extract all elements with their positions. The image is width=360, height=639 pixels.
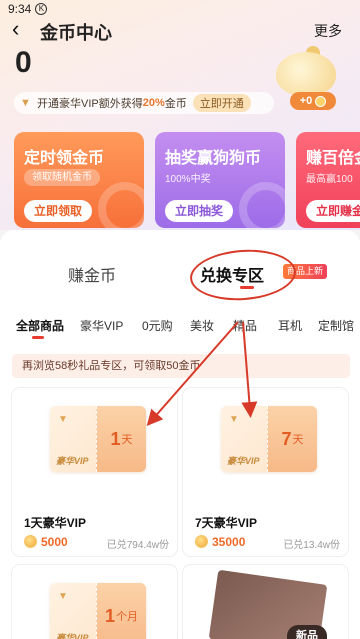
voucher-brand: 豪华VIP bbox=[56, 633, 89, 639]
feature-card-subtitle: 最高赢100 bbox=[306, 174, 353, 185]
decorative-ring-icon bbox=[98, 182, 144, 228]
voucher-unit: 天 bbox=[292, 434, 304, 446]
voucher-duration: 1 个月 bbox=[96, 583, 146, 639]
voucher-value: 7 bbox=[281, 428, 292, 449]
category-tab-all[interactable]: 全部商品 bbox=[16, 317, 64, 334]
category-tab-vip[interactable]: 豪华VIP bbox=[80, 317, 123, 334]
tab-earn-coins[interactable]: 赚金币 bbox=[68, 262, 116, 286]
browse-reward-notice: 再浏览58秒礼品专区，可领取50金币 bbox=[12, 354, 350, 378]
product-card[interactable]: ▼ 豪华VIP 1 天 1天豪华VIP 5000 已兑794.4w份 bbox=[12, 388, 177, 556]
vip-promo-banner: ▼ 开通豪华VIP额外获得 20% 金币 立即开通 bbox=[14, 92, 274, 114]
sold-count: 已兑13.4w份 bbox=[283, 540, 340, 551]
coin-icon bbox=[195, 535, 208, 548]
back-chevron-left-icon[interactable]: ‹ bbox=[12, 18, 19, 40]
status-indicator-icon: K bbox=[35, 3, 48, 15]
feature-card-timed-coins[interactable]: 定时领金币 领取随机金币 立即领取 bbox=[14, 132, 144, 228]
product-card[interactable]: 新品 bbox=[183, 565, 348, 639]
product-price: 5000 bbox=[41, 535, 68, 549]
piggy-reward-badge[interactable]: +0 bbox=[290, 92, 336, 110]
category-tab-custom[interactable]: 定制馆 bbox=[318, 317, 354, 334]
voucher-duration: 1 天 bbox=[96, 406, 146, 472]
voucher-brand: 豪华VIP bbox=[227, 456, 260, 466]
active-category-indicator bbox=[32, 336, 44, 339]
voucher-unit: 天 bbox=[121, 434, 133, 446]
open-vip-button[interactable]: 立即开通 bbox=[192, 94, 251, 112]
sold-count: 已兑794.4w份 bbox=[106, 540, 169, 551]
vip-promo-suffix: 金币 bbox=[164, 98, 187, 110]
product-price: 35000 bbox=[212, 535, 246, 549]
product-card[interactable]: ▼ 豪华VIP 1 个月 bbox=[12, 565, 177, 639]
piggy-reward-label: +0 bbox=[299, 95, 313, 107]
price-row: 35000 已兑13.4w份 bbox=[195, 534, 340, 551]
category-tab-earphones[interactable]: 耳机 bbox=[278, 317, 302, 334]
voucher-value: 1 bbox=[110, 428, 121, 449]
category-tab-free[interactable]: 0元购 bbox=[142, 317, 173, 334]
status-bar: 9:34 K bbox=[8, 2, 48, 16]
vip-crown-icon: ▼ bbox=[58, 414, 68, 425]
new-product-tag: 新品 bbox=[287, 625, 327, 639]
draw-now-button[interactable]: 立即抽奖 bbox=[165, 200, 234, 222]
feature-card-subtitle: 领取随机金币 bbox=[24, 169, 100, 186]
feature-card-title: 抽奖赢狗狗币 bbox=[165, 150, 262, 167]
coin-icon bbox=[24, 535, 37, 548]
voucher-duration: 7 天 bbox=[267, 406, 317, 472]
coin-icon bbox=[315, 95, 327, 107]
vip-promo-highlight: 20% bbox=[142, 97, 165, 109]
product-name: 7天豪华VIP bbox=[195, 516, 258, 530]
feature-cards: 定时领金币 领取随机金币 立即领取 抽奖赢狗狗币 100%中奖 立即抽奖 赚百倍… bbox=[14, 132, 360, 228]
feature-card-title: 赚百倍金 bbox=[306, 150, 360, 167]
vip-crown-icon: ▼ bbox=[229, 414, 239, 425]
price-row: 5000 已兑794.4w份 bbox=[24, 534, 169, 551]
voucher-unit: 个月 bbox=[116, 611, 138, 623]
category-tabs: 全部商品 豪华VIP 0元购 美妆 精品 耳机 定制馆 bbox=[0, 317, 360, 339]
vip-voucher-image: ▼ 豪华VIP 1 天 bbox=[50, 406, 146, 472]
product-name: 1天豪华VIP bbox=[24, 516, 87, 530]
claim-now-button[interactable]: 立即领取 bbox=[24, 200, 93, 222]
decorative-ring-icon bbox=[239, 182, 285, 228]
earn-coins-button[interactable]: 立即赚金币 bbox=[306, 200, 360, 222]
feature-card-title: 定时领金币 bbox=[24, 150, 105, 167]
product-card[interactable]: ▼ 豪华VIP 7 天 7天豪华VIP 35000 已兑13.4w份 bbox=[183, 388, 348, 556]
feature-card-subtitle: 100%中奖 bbox=[165, 174, 211, 185]
coin-balance: 0 bbox=[15, 46, 32, 79]
feature-card-multiply-coins[interactable]: 赚百倍金 最高赢100 立即赚金币 bbox=[296, 132, 360, 228]
category-tab-boutique[interactable]: 精品 bbox=[233, 317, 257, 334]
vip-voucher-image: ▼ 豪华VIP 7 天 bbox=[221, 406, 317, 472]
vip-voucher-image: ▼ 豪华VIP 1 个月 bbox=[50, 583, 146, 639]
voucher-brand: 豪华VIP bbox=[56, 456, 89, 466]
page-title: 金币中心 bbox=[40, 23, 112, 43]
vip-promo-prefix: 开通豪华VIP额外获得 bbox=[37, 98, 143, 110]
feature-card-lottery[interactable]: 抽奖赢狗狗币 100%中奖 立即抽奖 bbox=[155, 132, 285, 228]
vip-crown-icon: ▼ bbox=[20, 97, 31, 109]
piggy-bank-icon[interactable] bbox=[276, 52, 336, 96]
category-tab-beauty[interactable]: 美妆 bbox=[190, 317, 214, 334]
more-button[interactable]: 更多 bbox=[314, 21, 342, 41]
voucher-value: 1 bbox=[104, 605, 115, 626]
status-time: 9:34 bbox=[8, 2, 32, 16]
vip-crown-icon: ▼ bbox=[58, 591, 68, 602]
top-bar: ‹ 金币中心 更多 bbox=[0, 18, 360, 44]
